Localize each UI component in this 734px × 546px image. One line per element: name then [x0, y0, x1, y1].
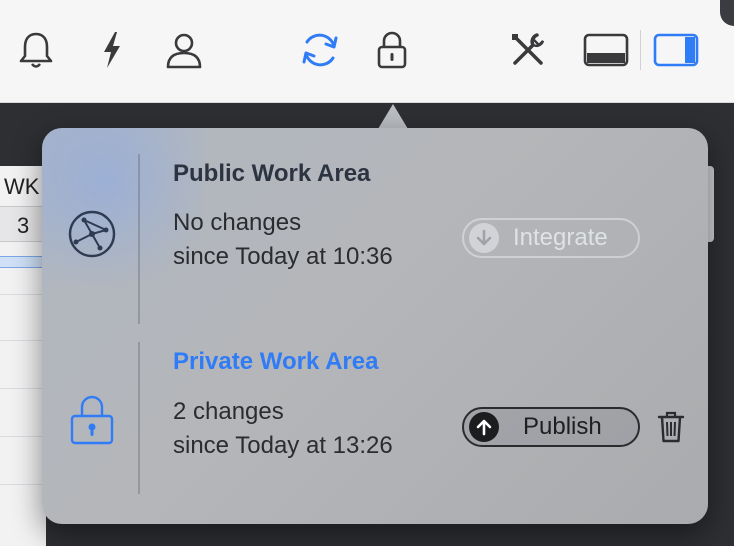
public-since: since Today at 10:36: [173, 243, 393, 270]
public-work-area-title: Public Work Area: [173, 160, 371, 187]
integrate-button[interactable]: Integrate: [462, 218, 640, 258]
divider-public: [138, 154, 140, 324]
popover-pointer: [378, 104, 408, 129]
calendar-strip: WK 3: [0, 166, 46, 546]
publish-button-label: Publish: [523, 413, 602, 440]
private-changes: 2 changes: [173, 398, 284, 425]
week-column-header: WK: [4, 174, 40, 199]
toolbar-separator: [640, 30, 641, 70]
bottom-panel-icon[interactable]: [582, 27, 630, 73]
toolbar: [0, 0, 734, 103]
bell-icon[interactable]: [13, 27, 59, 73]
integrate-button-label: Integrate: [513, 224, 608, 251]
divider-private: [138, 342, 140, 494]
selected-row: [0, 256, 46, 268]
sync-icon[interactable]: [297, 27, 343, 73]
private-work-area-title: Private Work Area: [173, 348, 379, 375]
arrow-down-icon: [469, 223, 499, 253]
private-lock-icon: [70, 392, 114, 451]
person-icon[interactable]: [161, 27, 207, 73]
bolt-icon[interactable]: [89, 27, 135, 73]
trash-icon[interactable]: [656, 410, 686, 449]
tools-icon[interactable]: [505, 27, 551, 73]
lock-icon[interactable]: [369, 27, 415, 73]
arrow-up-icon: [469, 412, 499, 442]
publish-button[interactable]: Publish: [462, 407, 640, 447]
window-corner: [720, 0, 734, 26]
work-area-popover: Public Work Area No changes since Today …: [42, 128, 708, 524]
right-panel-icon[interactable]: [652, 27, 700, 73]
private-since: since Today at 13:26: [173, 432, 393, 459]
public-changes: No changes: [173, 209, 302, 236]
week-number-cell: 3: [0, 206, 46, 242]
network-icon: [66, 208, 118, 265]
